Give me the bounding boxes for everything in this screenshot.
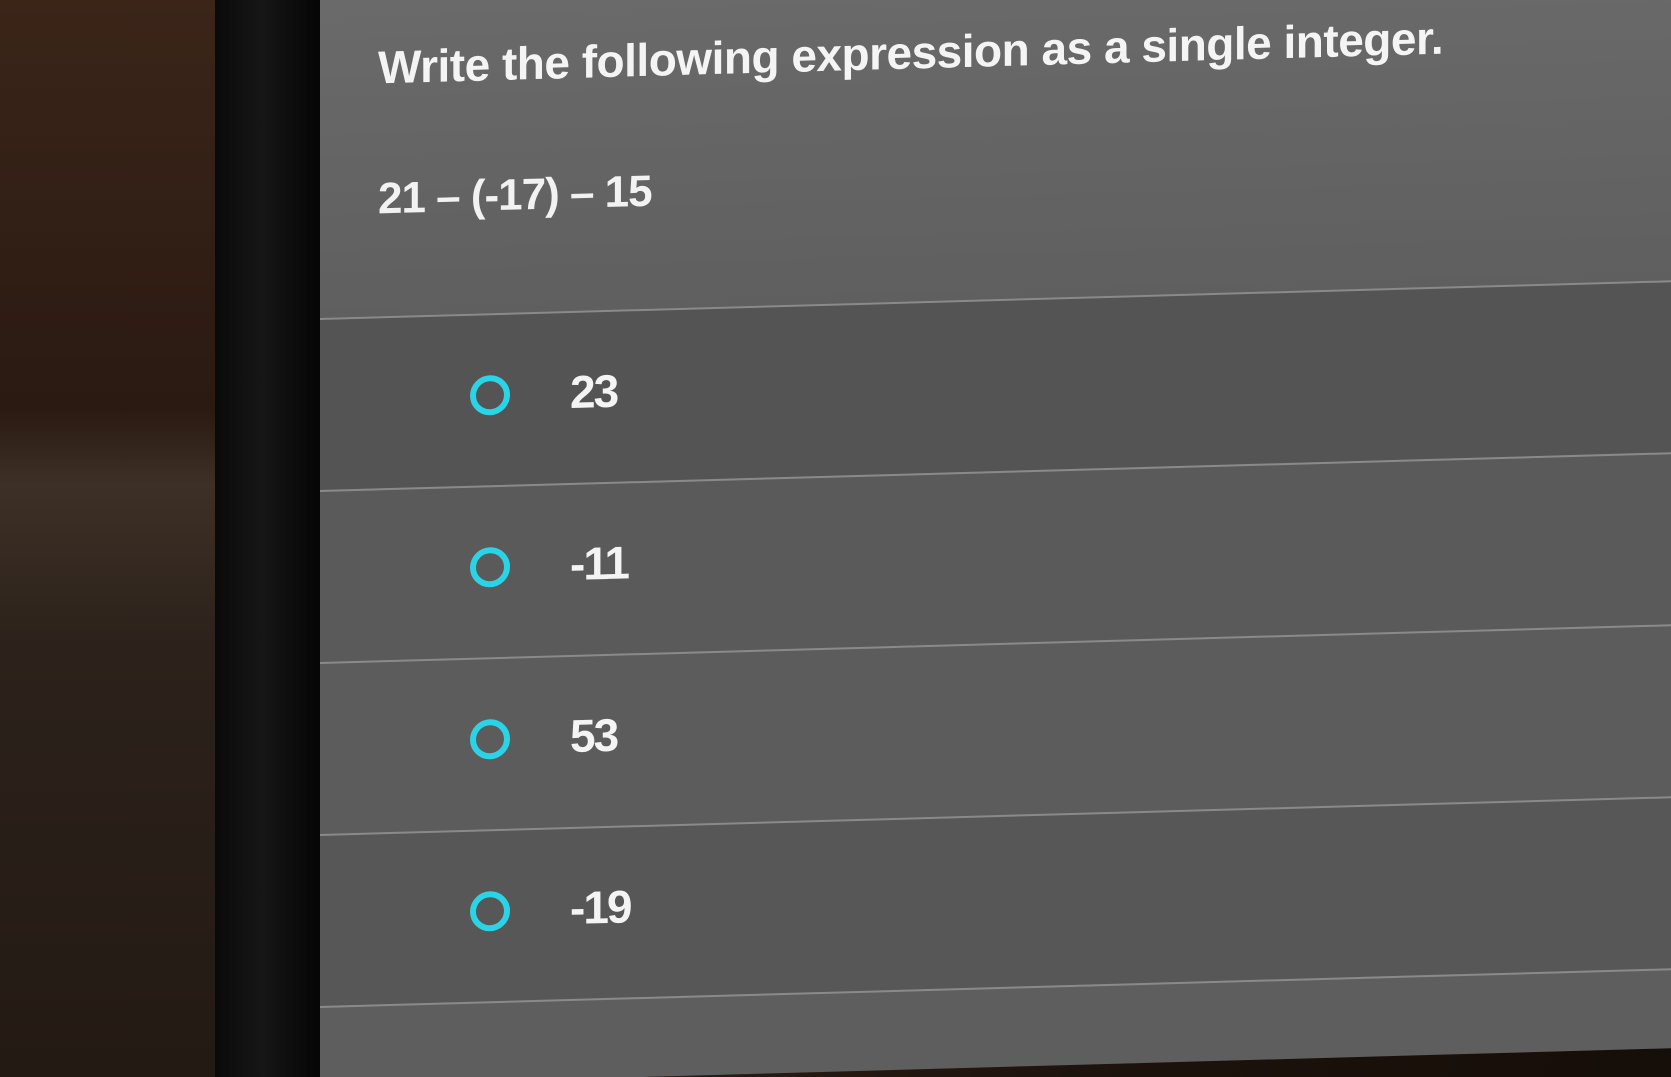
question-expression: 21 – (-17) – 15 [378, 166, 652, 224]
answer-option-label: -19 [570, 880, 631, 935]
radio-circle-icon[interactable] [470, 718, 510, 760]
monitor-bezel [215, 0, 320, 1077]
background-surface [0, 0, 215, 1077]
radio-circle-icon[interactable] [470, 546, 510, 588]
radio-circle-icon[interactable] [470, 890, 510, 932]
answer-option-label: -11 [570, 536, 628, 591]
quiz-screen: Write the following expression as a sing… [320, 0, 1671, 1077]
question-area: Write the following expression as a sing… [320, 0, 1671, 320]
answer-option-label: 23 [570, 364, 618, 419]
question-title: Write the following expression as a sing… [378, 11, 1444, 94]
radio-circle-icon[interactable] [470, 374, 510, 416]
photo-frame: Write the following expression as a sing… [0, 0, 1671, 1077]
answer-option-label: 53 [570, 708, 618, 763]
